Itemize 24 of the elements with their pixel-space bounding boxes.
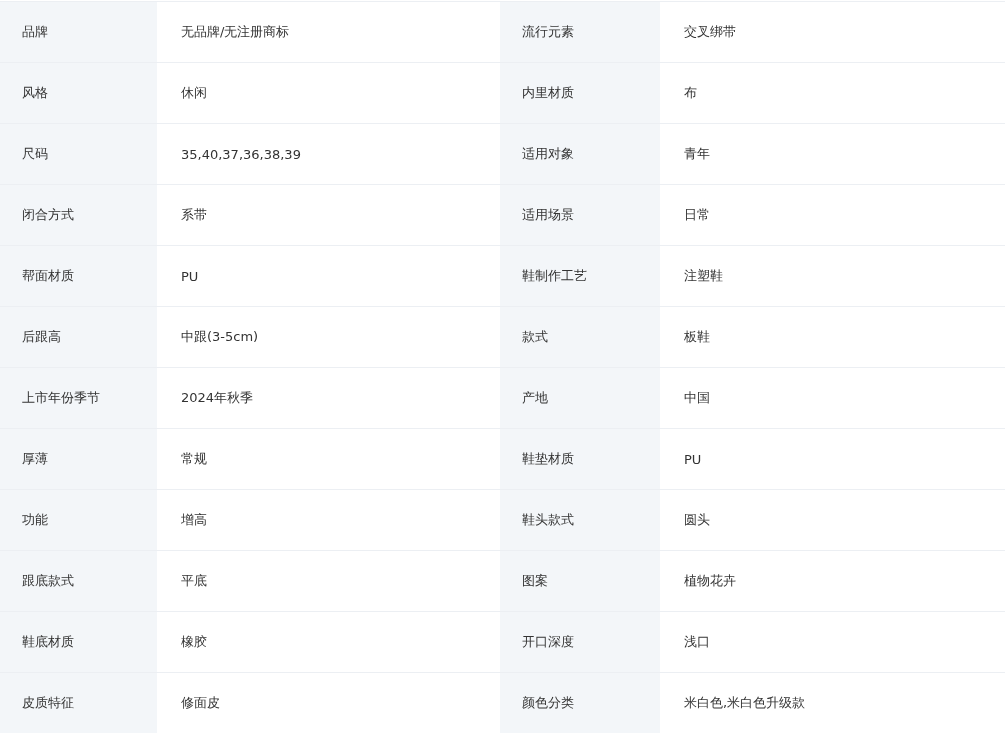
attribute-label-cell: 鞋头款式 bbox=[500, 490, 660, 551]
attribute-label-cell: 颜色分类 bbox=[500, 673, 660, 733]
attribute-label-cell: 厚薄 bbox=[0, 429, 157, 490]
attribute-label-cell: 尺码 bbox=[0, 124, 157, 185]
attribute-label-cell: 适用场景 bbox=[500, 185, 660, 246]
attribute-label-cell: 产地 bbox=[500, 368, 660, 429]
attribute-label-cell: 品牌 bbox=[0, 2, 157, 63]
attribute-label-cell: 款式 bbox=[500, 307, 660, 368]
attribute-label-cell: 流行元素 bbox=[500, 2, 660, 63]
attribute-label-cell: 跟底款式 bbox=[0, 551, 157, 612]
attribute-label-cell: 内里材质 bbox=[500, 63, 660, 124]
attribute-label-cell: 皮质特征 bbox=[0, 673, 157, 733]
attribute-label-cell: 风格 bbox=[0, 63, 157, 124]
attribute-label-cell: 鞋制作工艺 bbox=[500, 246, 660, 307]
attribute-label-cell: 鞋底材质 bbox=[0, 612, 157, 673]
attribute-label-cell: 帮面材质 bbox=[0, 246, 157, 307]
attribute-label-cell: 闭合方式 bbox=[0, 185, 157, 246]
attribute-label-cell: 功能 bbox=[0, 490, 157, 551]
attribute-label-cell: 适用对象 bbox=[500, 124, 660, 185]
attribute-label-cell: 鞋垫材质 bbox=[500, 429, 660, 490]
attribute-label-cell: 上市年份季节 bbox=[0, 368, 157, 429]
attribute-label-cell: 后跟高 bbox=[0, 307, 157, 368]
attribute-label-cell: 图案 bbox=[500, 551, 660, 612]
attribute-label-cell: 开口深度 bbox=[500, 612, 660, 673]
